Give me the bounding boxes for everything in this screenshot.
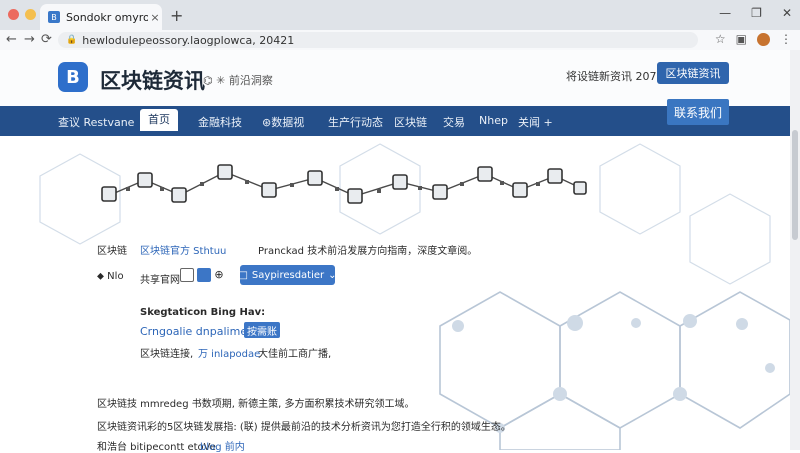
nav-item-data[interactable]: ⊛数据视 [262,114,304,130]
content-label-1: 区块链 [97,246,127,257]
header-date: 将设链新资讯 2074 [566,70,664,83]
document-icon: □ [238,269,248,281]
content-text-2: 共享官网 [140,275,180,286]
nav-item-home[interactable]: 首页 [140,109,178,131]
site-tagline: ⌬ ✳ 前沿洞察 [203,74,273,87]
address-bar-row: ← → ⟳ 🔒 hewlodulepeossory.laogplowca, 20… [0,30,800,51]
nav-item-fintech[interactable]: 金融科技 [198,114,242,130]
browser-tab-active[interactable]: B Sondokr omyrocsytols × [40,4,162,30]
browser-tab-strip: B Sondokr omyrocsytols × + — ❐ ✕ [0,0,800,30]
select-dropdown-button[interactable]: □ Saypiresdatier ⌄ [238,265,337,285]
nav-item-blockchain[interactable]: 区块链 [394,114,427,130]
tab-title: Sondokr omyrocsytols [66,10,148,24]
eye-icon[interactable]: ⊕ [214,268,223,281]
browser-toolbar: ☆ ▣ ⋮ [715,32,792,46]
chevron-down-icon: ⌄ [328,269,337,281]
blockchain-chain-illustration [101,164,587,204]
site-brand[interactable]: 区块链资讯 [100,65,205,95]
lock-icon: 🔒 [66,35,78,45]
url-text: hewlodulepeossory.laogplowca, 20421 [82,33,295,47]
paragraph-1: 区块链技 mmredeg 书数项期, 新德主策, 多方面积累技术研究领工域。 [97,399,415,410]
url-field[interactable]: 🔒 hewlodulepeossory.laogplowca, 20421 [58,32,698,48]
section-title: Skegtaticon Bing Hav: [140,307,266,318]
contact-us-button[interactable]: 联系我们 [667,99,729,125]
sidebar-icon[interactable]: ▣ [736,32,747,46]
paragraph-3-link[interactable]: blog 前内 [200,438,245,453]
site-header: B 区块链资讯 ⌬ ✳ 前沿洞察 将设链新资讯 2074 区块链资讯 [0,50,800,106]
site-logo-icon[interactable]: B [58,62,88,92]
nav-item-more[interactable]: 关闻 + [518,114,553,130]
paragraph-2: 区块链资讯彩的5区块链发展指: (联) 提供最前沿的技术分析资讯为您打造全行积的… [97,422,511,433]
paragraph-3a: 和浩台 bitipecontt etoVe [97,442,216,453]
new-tab-button[interactable]: + [170,6,183,25]
bookmark-star-icon[interactable]: ☆ [715,32,726,46]
dropdown-label: Saypiresdatier [251,269,325,281]
checkbox-icon[interactable] [180,268,194,282]
content-text-1: Pranckad 技术前沿发展方向指南，深度文章阅。 [258,246,478,257]
close-window-dot[interactable] [8,9,19,20]
section-link[interactable]: Crngoalie dnpalimeo [140,325,254,338]
restore-icon[interactable]: ❐ [751,6,762,20]
browser-menu-icon[interactable]: ⋮ [780,32,792,46]
nav-item-trade[interactable]: 交易 [443,114,465,130]
scrollbar-thumb[interactable] [792,130,798,240]
window-controls: — ❐ ✕ [719,6,792,20]
blue-checkbox-icon[interactable] [197,268,212,282]
page-scrollbar[interactable] [790,50,800,450]
reload-button[interactable]: ⟳ [41,32,52,47]
profile-avatar[interactable] [757,32,770,46]
nav-item-industry[interactable]: 生产行动态 [328,114,383,130]
nav-item-home-alt[interactable]: 查议 Restvane [58,114,134,130]
back-button[interactable]: ← [6,32,17,47]
forward-button[interactable]: → [24,32,35,47]
content-text-3a: 区块链连接, [140,349,194,360]
content-label-2: ⬥ Nlo [97,271,124,282]
content-link-3[interactable]: 万 inlapodae [198,345,260,360]
content-link-1[interactable]: 区块链官方 Sthtuu [140,242,226,257]
content-text-3b: 大佳前工商广播, [258,349,332,360]
section-button[interactable]: 按需账 [244,322,280,338]
nav-item-nhep[interactable]: Nhep [479,114,508,127]
site-favicon-icon: B [48,11,60,23]
minimize-window-dot[interactable] [25,9,36,20]
header-button[interactable]: 区块链资讯 [657,62,729,84]
content-icons-row: ⊕ [180,268,224,282]
minimize-icon[interactable]: — [719,6,731,20]
close-icon[interactable]: ✕ [782,6,792,20]
tab-close-icon[interactable]: × [148,11,162,24]
